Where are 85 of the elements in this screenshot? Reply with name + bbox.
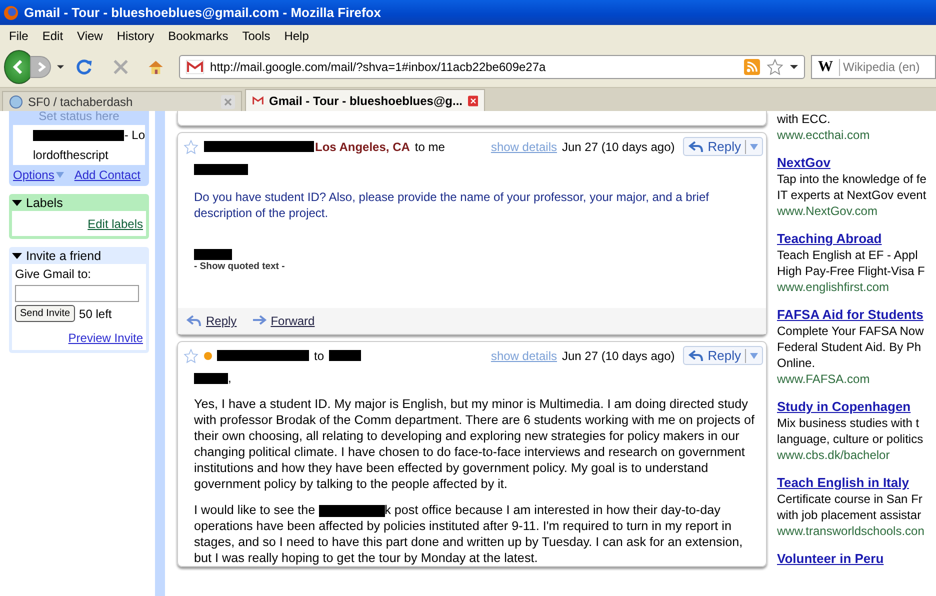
search-field[interactable]: W Wikipedia (en) xyxy=(811,55,936,79)
send-invite-button[interactable]: Send Invite xyxy=(15,305,76,322)
menu-item[interactable]: Edit xyxy=(35,29,70,43)
ad-text: Mix business studies with t xyxy=(777,415,920,431)
redaction-bar xyxy=(318,504,385,517)
menu-item[interactable]: File xyxy=(2,29,36,43)
ad-text: with ECC. xyxy=(777,111,832,127)
reply-link[interactable]: Reply xyxy=(186,314,237,328)
collapse-triangle-icon[interactable] xyxy=(12,198,22,208)
panel-title: Invite a friend xyxy=(26,248,102,262)
redaction-bar xyxy=(194,164,248,174)
ad-text: Tap into the knowledge of fe xyxy=(777,171,928,187)
dropdown-icon[interactable] xyxy=(790,63,798,71)
collapse-triangle-icon[interactable] xyxy=(12,250,22,260)
redaction-bar xyxy=(329,350,362,361)
reload-icon[interactable] xyxy=(76,57,94,77)
sender-name[interactable]: Los Angeles, CA xyxy=(315,140,410,154)
invite-prompt: Give Gmail to: xyxy=(15,267,92,281)
forward-link[interactable]: Forward xyxy=(250,314,315,328)
browser-logo-icon xyxy=(3,4,19,20)
close-icon[interactable] xyxy=(468,94,478,108)
feed-icon[interactable] xyxy=(744,59,760,75)
ad-url[interactable]: www.FAFSA.com xyxy=(777,371,936,387)
menu-item[interactable]: Help xyxy=(277,29,316,43)
message-text: I would like to see the k post office because I am interested in how their day-to-day operations have been affected by policies instituted after 9-11. I'm required to turn in my report in stages, and so I need to have this part done and written up by Tuesday. I can ask for an extension, but I was really hoping to get the tour by Monday at the latest. xyxy=(194,502,744,566)
message-date: Jun 27 (10 days ago) xyxy=(562,140,675,154)
ad-url[interactable]: www.cbs.dk/bachelor xyxy=(777,447,936,463)
reply-arrow-icon[interactable] xyxy=(688,348,704,362)
ad-text: IT experts at NextGov event xyxy=(777,187,928,203)
preview-invite-link[interactable]: Preview Invite xyxy=(68,331,143,345)
options-link[interactable]: Options xyxy=(13,168,54,182)
ad-title-link[interactable]: Volunteer in Peru xyxy=(777,551,936,567)
reply-button[interactable]: Reply xyxy=(682,137,763,156)
stop-icon[interactable] xyxy=(112,57,130,77)
panel-title: Labels xyxy=(26,196,63,210)
globe-icon xyxy=(9,94,23,108)
mail-icon xyxy=(252,94,264,106)
ad-url[interactable]: www.transworldschools.con xyxy=(777,523,936,539)
ad-text: language, culture or politics xyxy=(777,431,924,447)
recipient-text: to xyxy=(314,348,324,362)
reply-arrow-icon[interactable] xyxy=(186,314,202,328)
greeting-text: , xyxy=(228,371,232,385)
address-bar[interactable]: http://mail.google.com/mail/?shva=1#inbox/11acb22be609e27a xyxy=(179,55,806,79)
mail-icon xyxy=(186,60,204,74)
ad-title-link[interactable]: Study in Copenhagen xyxy=(777,399,936,415)
ad-url[interactable]: www.englishfirst.com xyxy=(777,279,936,295)
chat-contact[interactable]: - Lo xyxy=(124,128,145,142)
ad-text: Teach English at EF - Appl xyxy=(777,247,919,263)
ad-title-link[interactable]: Teach English in Italy xyxy=(777,475,936,491)
message-text: Yes, I have a student ID. My major is English, but my minor is Multimedia. I am doing directed study with professor Brodak of the Comm department. There are 6 students working with me on projects of their own choosing, all relating to developing and exploring new strategies for policy makers in our changing political climate. I have chosen to do face-to-face interviews and research on government institutions and how they have been effected by government policy. My goal is to understand government policy by talking to the people affected by it. xyxy=(194,396,756,492)
browser-tab[interactable]: SF0 / tachaberdash xyxy=(2,91,242,111)
add-contact-link[interactable]: Add Contact xyxy=(74,168,140,182)
ad-title-link[interactable]: FAFSA Aid for Students xyxy=(777,307,936,323)
menu-item[interactable]: Tools xyxy=(235,29,278,43)
recipient-text: to me xyxy=(414,140,445,154)
star-icon[interactable] xyxy=(766,58,784,76)
ad-title-link[interactable]: NextGov xyxy=(777,155,936,171)
menu-item[interactable]: Bookmarks xyxy=(161,29,236,43)
menu-item[interactable]: View xyxy=(70,29,110,43)
close-icon[interactable] xyxy=(221,94,235,108)
email-input[interactable] xyxy=(15,285,139,302)
message-date: Jun 27 (10 days ago) xyxy=(562,348,675,362)
ad-text: Certificate course in San Fr xyxy=(777,491,924,507)
star-icon[interactable] xyxy=(183,348,199,364)
menu-item[interactable]: History xyxy=(110,29,162,43)
ad-text: Online. xyxy=(777,355,816,371)
ad-text: High Pay-Free Flight-Visa F xyxy=(777,263,926,279)
dropdown-icon[interactable] xyxy=(57,63,64,71)
browser-tab[interactable]: Gmail - Tour - blueshoeblues@g... xyxy=(245,89,485,111)
reply-arrow-icon[interactable] xyxy=(688,140,704,154)
redaction-bar xyxy=(194,372,228,384)
chat-contact[interactable]: lordofthescript xyxy=(33,148,108,162)
reply-button[interactable]: Reply xyxy=(682,346,763,365)
ad-text: Complete Your FAFSA Now xyxy=(777,323,925,339)
ad-text: Federal Student Aid. By Ph xyxy=(777,339,922,355)
ad-text: with job placement assistar xyxy=(777,507,922,523)
ad-url[interactable]: www.eccthai.com xyxy=(777,127,936,143)
invites-left: 50 left xyxy=(79,306,112,320)
ad-title-link[interactable]: Teaching Abroad xyxy=(777,231,936,247)
message-text: Do you have student ID? Also, please provide the name of your professor, your major, and a brief description of the project. xyxy=(194,189,710,221)
ad-url[interactable]: www.NextGov.com xyxy=(777,203,936,219)
show-quoted-text-link[interactable]: - Show quoted text - xyxy=(194,261,766,272)
star-icon[interactable] xyxy=(183,138,199,154)
window-title: Gmail - Tour - blueshoeblues@gmail.com - Mozilla Firefox xyxy=(24,5,381,20)
redaction-bar xyxy=(194,249,232,260)
